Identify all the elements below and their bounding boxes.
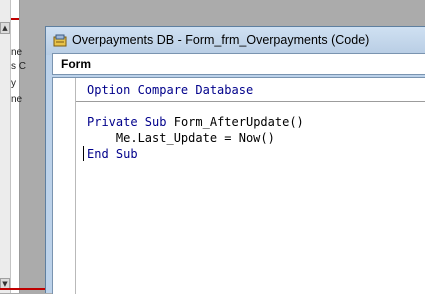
margin-indicator-bar[interactable] — [53, 78, 76, 294]
vba-module-icon — [53, 34, 67, 47]
keyword-private-sub: Private Sub — [87, 115, 167, 129]
background-text-line: y — [11, 78, 16, 89]
object-procedure-bar: Form — [52, 53, 425, 75]
title-bar[interactable]: Overpayments DB - Form_frm_Overpayments … — [46, 27, 425, 55]
code-editor[interactable]: Option Compare Database Private Sub Form… — [52, 77, 425, 294]
procedure-separator — [76, 101, 425, 102]
procedure-name: Form_AfterUpdate() — [173, 115, 304, 129]
code-line-body: Me.Last_Update = Now() — [87, 131, 275, 145]
background-text-line: ne — [11, 94, 23, 105]
code-text[interactable]: Option Compare Database Private Sub Form… — [87, 82, 304, 162]
declarations-line: Option Compare Database — [87, 83, 254, 97]
code-window: Overpayments DB - Form_frm_Overpayments … — [45, 26, 425, 294]
window-title: Overpayments DB - Form_frm_Overpayments … — [72, 33, 370, 47]
text-caret — [83, 146, 84, 161]
scroll-up-arrow-icon[interactable]: ▲ — [0, 22, 10, 34]
background-window: ▲ ▼ ne s C y ne — [0, 0, 26, 293]
object-combo[interactable]: Form — [53, 54, 173, 74]
background-text-line: ne — [11, 47, 23, 58]
background-scrollbar[interactable]: ▲ ▼ — [0, 0, 11, 293]
keyword-end-sub: End Sub — [87, 147, 138, 161]
background-text-line: s C — [11, 61, 26, 72]
